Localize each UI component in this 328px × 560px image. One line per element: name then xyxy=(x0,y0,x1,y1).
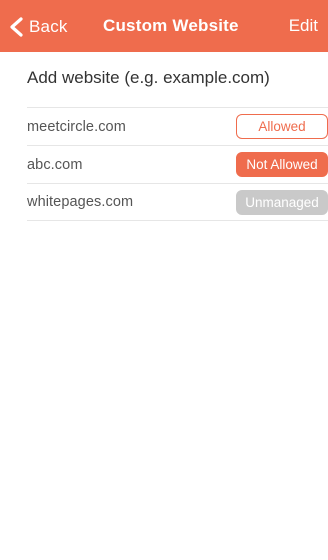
edit-button[interactable]: Edit xyxy=(289,16,318,36)
chevron-left-icon xyxy=(10,17,23,37)
website-row-abc[interactable]: abc.com Not Allowed xyxy=(27,145,328,183)
back-label: Back xyxy=(29,17,68,36)
website-list: meetcircle.com Allowed abc.com Not Allow… xyxy=(27,107,328,221)
website-row-whitepages[interactable]: whitepages.com Unmanaged xyxy=(27,183,328,221)
status-badge-allowed[interactable]: Allowed xyxy=(236,114,328,139)
add-website-input[interactable] xyxy=(27,64,322,92)
nav-bar: Back Custom Website Edit xyxy=(0,0,328,52)
website-domain: whitepages.com xyxy=(27,194,134,210)
back-button[interactable]: Back xyxy=(7,14,68,40)
status-badge-not-allowed[interactable]: Not Allowed xyxy=(236,152,328,177)
status-badge-unmanaged[interactable]: Unmanaged xyxy=(236,189,328,215)
website-domain: abc.com xyxy=(27,156,83,173)
page-title: Custom Website xyxy=(103,16,239,35)
website-domain: meetcircle.com xyxy=(27,118,126,135)
website-row-meetcircle[interactable]: meetcircle.com Allowed xyxy=(27,107,328,145)
